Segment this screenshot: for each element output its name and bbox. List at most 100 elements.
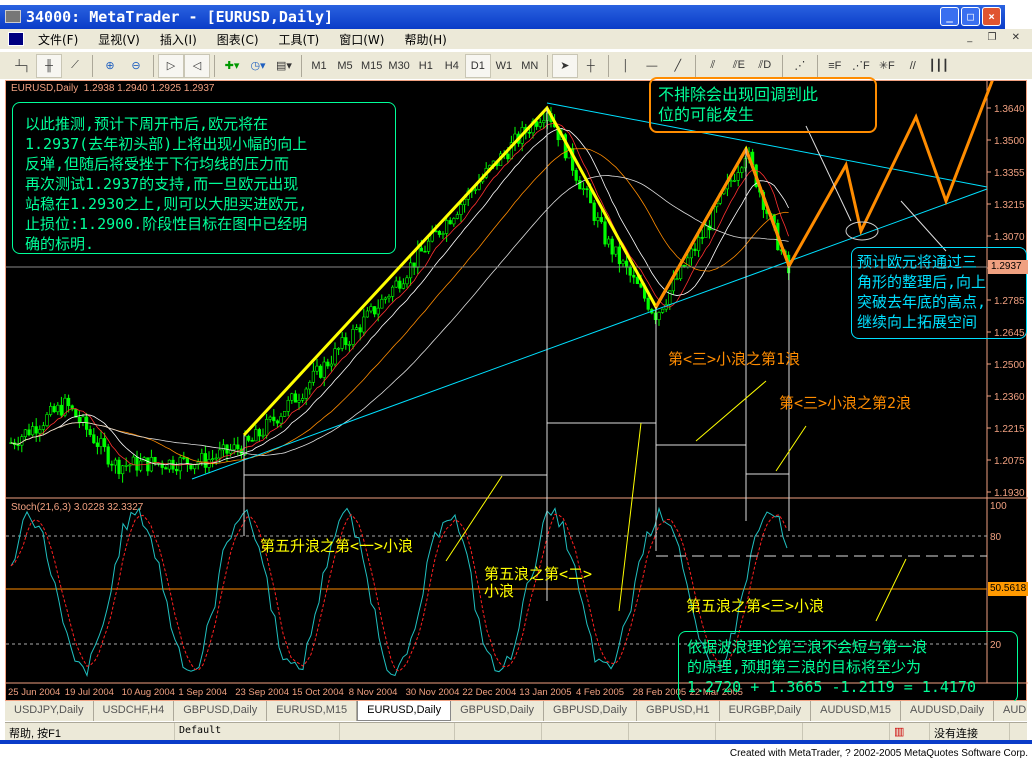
title-bar: 34000: MetaTrader - [EURUSD,Daily] _ □ × <box>0 5 1005 29</box>
tab-gbpusd-daily[interactable]: GBPUSD,Daily <box>174 701 268 721</box>
maximize-button[interactable]: □ <box>961 7 980 26</box>
date-tick-label: 19 Jul 2004 <box>65 687 114 698</box>
tf-w1[interactable]: W1 <box>491 54 517 78</box>
candle-body <box>315 365 319 372</box>
candle-body <box>175 468 179 472</box>
gann-fan-icon[interactable]: ⋰ <box>787 54 813 78</box>
candle-body <box>95 442 99 447</box>
tab-aud[interactable]: AUD <box>994 701 1032 721</box>
candle-body <box>635 276 639 284</box>
candle-body <box>444 220 449 234</box>
horizontal-line-icon[interactable]: — <box>639 54 665 78</box>
date-tick-label: 23 Sep 2004 <box>235 687 289 698</box>
tab-gbpusd-h1[interactable]: GBPUSD,H1 <box>637 701 720 721</box>
tf-d1[interactable]: D1 <box>464 53 491 78</box>
candle-body <box>340 337 344 349</box>
tab-usdchf-h4[interactable]: USDCHF,H4 <box>94 701 175 721</box>
tab-gbpusd-daily[interactable]: GBPUSD,Daily <box>544 701 638 721</box>
menu-help[interactable]: 帮助(H) <box>394 31 456 48</box>
fibo-fan-icon[interactable]: ⋰F <box>848 54 874 78</box>
candle-body <box>329 363 334 367</box>
regression-channel-icon[interactable]: ⫽D <box>752 54 778 78</box>
tab-eurusd-m15[interactable]: EURUSD,M15 <box>267 701 358 721</box>
candle-body <box>351 329 355 345</box>
tf-mn[interactable]: MN <box>517 54 543 78</box>
tf-m15[interactable]: M15 <box>358 54 385 78</box>
candle-body <box>27 429 31 436</box>
indicators-icon[interactable]: ✚▾ <box>219 54 245 78</box>
tab-usdjpy-daily[interactable]: USDJPY,Daily <box>5 701 94 721</box>
wave5-2-label: 第五浪之第<二> 小浪 <box>484 565 593 600</box>
target-note: 依据波浪理论第三浪不会短与第一浪 的原理,预期第三浪的目标将至少为 1.2720… <box>678 631 1018 703</box>
tab-audusd-daily[interactable]: AUDUSD,Daily <box>901 701 995 721</box>
candle-body <box>59 404 63 416</box>
menu-insert[interactable]: 插入(I) <box>150 31 207 48</box>
periods-clock-icon[interactable]: ◷▾ <box>245 54 271 78</box>
candle-body <box>624 260 629 268</box>
crosshair-icon[interactable]: ┼ <box>578 54 604 78</box>
stddev-channel-icon[interactable]: ⫽E <box>726 54 752 78</box>
mdi-window-controls[interactable]: _ ❐ ✕ <box>967 32 1026 43</box>
candle-body <box>290 393 294 401</box>
candle-body <box>581 188 585 190</box>
chart-window[interactable]: 1.36401.35001.33551.32151.30701.29371.27… <box>5 77 1028 703</box>
candle-body <box>264 419 269 436</box>
tab-eurusd-daily[interactable]: EURUSD,Daily <box>357 701 452 721</box>
candle-body <box>185 457 190 465</box>
chart-shift-icon[interactable]: ◁ <box>184 53 210 78</box>
chart-tabs: USDJPY,Daily USDCHF,H4 GBPUSD,Daily EURUSD,… <box>5 701 1027 721</box>
chart-window-icon[interactable] <box>8 32 24 46</box>
tf-h1[interactable]: H1 <box>413 54 439 78</box>
zoom-out-icon[interactable]: ⊖ <box>123 54 149 78</box>
menu-window[interactable]: 窗口(W) <box>329 31 394 48</box>
candle-body <box>574 170 578 181</box>
tf-h4[interactable]: H4 <box>439 54 465 78</box>
candle-body <box>527 132 531 134</box>
date-tick-label: 13 Jan 2005 <box>519 687 571 698</box>
stoch-current-label: 50.5618 <box>988 582 1028 596</box>
auto-scroll-icon[interactable]: ▷ <box>158 53 184 78</box>
andrews-pitchfork-icon[interactable]: // <box>900 54 926 78</box>
tf-m1[interactable]: M1 <box>306 54 332 78</box>
candle-body <box>214 457 218 460</box>
fibo-arcs-icon[interactable]: ✳F <box>874 54 900 78</box>
cursor-icon[interactable]: ➤ <box>551 53 578 78</box>
tf-m5[interactable]: M5 <box>332 54 358 78</box>
tf-m30[interactable]: M30 <box>385 54 412 78</box>
bar-chart-icon[interactable]: ┴┐ <box>10 54 36 78</box>
candle-body <box>300 398 305 401</box>
candle-body <box>599 217 603 223</box>
candle-body <box>336 348 341 350</box>
templates-icon[interactable]: ▤▾ <box>271 54 297 78</box>
candle-body <box>614 246 618 255</box>
minimize-button[interactable]: _ <box>940 7 959 26</box>
candle-body <box>110 463 114 466</box>
candle-body <box>23 429 28 438</box>
tab-gbpusd-daily[interactable]: GBPUSD,Daily <box>451 701 545 721</box>
candle-body <box>272 416 276 422</box>
candlestick-icon[interactable]: ╫ <box>36 53 62 78</box>
price-tick-label: 1.3640 <box>994 104 1025 115</box>
candle-body <box>347 344 352 346</box>
candle-body <box>376 307 380 315</box>
tab-audusd-m15[interactable]: AUDUSD,M15 <box>811 701 902 721</box>
channel-icon[interactable]: ⫽ <box>700 54 726 78</box>
menu-file[interactable]: 文件(F) <box>28 31 88 48</box>
menu-tools[interactable]: 工具(T) <box>269 31 330 48</box>
cycle-lines-icon[interactable]: ┃┃┃ <box>926 54 952 78</box>
vertical-line-icon[interactable]: │ <box>613 54 639 78</box>
tab-eurgbp-daily[interactable]: EURGBP,Daily <box>720 701 812 721</box>
fibo-retracement-icon[interactable]: ≡F <box>822 54 848 78</box>
line-chart-icon[interactable]: ⟋ <box>62 54 88 78</box>
menu-charts[interactable]: 图表(C) <box>207 31 269 48</box>
candle-body <box>103 438 107 448</box>
candle-body <box>41 425 45 430</box>
candle-body <box>257 429 262 437</box>
candle-body <box>149 457 154 472</box>
trendline-icon[interactable]: ╱ <box>665 54 691 78</box>
menu-view[interactable]: 显视(V) <box>88 31 150 48</box>
candle-body <box>646 297 650 310</box>
close-button[interactable]: × <box>982 7 1001 26</box>
candle-body <box>390 286 395 297</box>
zoom-in-icon[interactable]: ⊕ <box>97 54 123 78</box>
